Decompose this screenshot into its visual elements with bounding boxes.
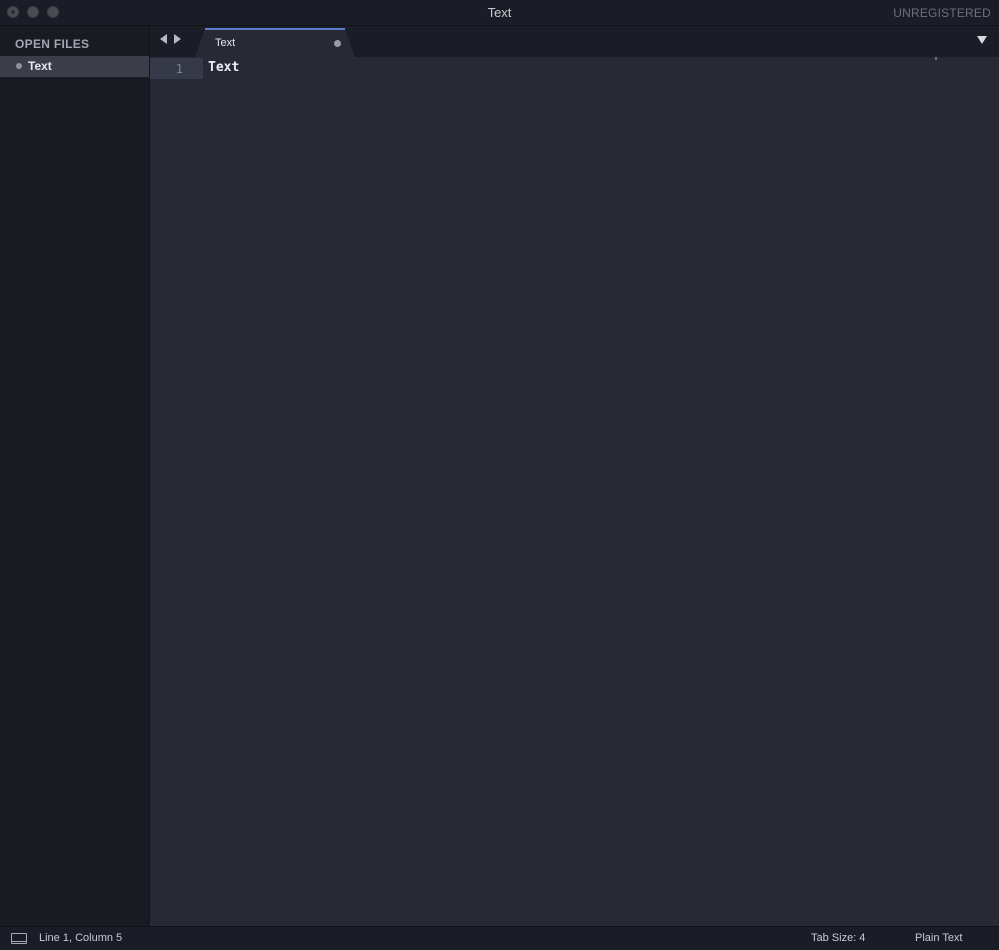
window-title: Text [487,5,512,20]
current-line-highlight: 1 [150,58,203,79]
sidebar-file-item[interactable]: Text [0,56,149,77]
code-line[interactable]: Text [208,60,239,75]
status-bar: Line 1, Column 5 Tab Size: 4 Plain Text [0,926,999,950]
editor-area[interactable]: 1 Text [150,57,999,926]
title-bar[interactable]: Text UNREGISTERED [0,0,999,26]
tab-bar: Text [150,26,999,57]
modified-dot-icon [16,63,22,69]
syntax-button[interactable]: Plain Text [915,932,963,944]
panel-toggle-icon[interactable] [11,933,27,944]
sidebar: OPEN FILES Text [0,26,150,926]
tab-label: Text [215,37,236,49]
modified-dot-icon[interactable] [334,40,341,47]
open-files-heading: OPEN FILES [15,37,90,51]
arrow-left-icon[interactable] [160,34,167,44]
minimap[interactable] [935,57,937,60]
cursor-position: Line 1, Column 5 [39,932,123,944]
editor-window: Text UNREGISTERED OPEN FILES Text Text 1… [0,0,999,950]
tab-text[interactable]: Text [195,28,363,57]
sidebar-file-label: Text [28,59,52,73]
arrow-right-icon[interactable] [174,34,181,44]
line-number: 1 [175,62,183,76]
line-gutter: 1 [150,57,203,926]
tab-size-button[interactable]: Tab Size: 4 [811,932,865,944]
registration-status: UNREGISTERED [893,6,991,20]
chevron-down-icon[interactable] [977,36,987,44]
